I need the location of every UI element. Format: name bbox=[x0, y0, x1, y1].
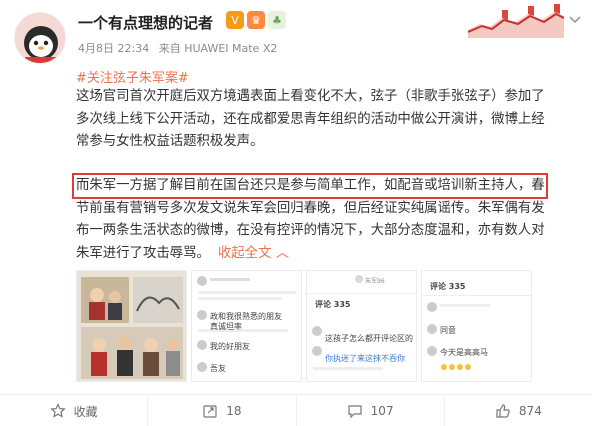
text-line: 节前虽有营销号多次发文说朱军会回归春晚，但后经证实纯属谣传。朱军偶有发 bbox=[76, 200, 545, 216]
thumb-username: 朱军96 bbox=[365, 278, 385, 285]
repost-count: 18 bbox=[226, 404, 242, 418]
verified-icon: V bbox=[226, 11, 244, 29]
post-header: 一个有点理想的记者 V ♛ ♣ 4月8日 22:34 来自 HUAWEI Mat… bbox=[0, 0, 592, 64]
plant-icon: ♣ bbox=[268, 11, 286, 29]
thumb-comment-count: 评论 335 bbox=[430, 282, 466, 291]
thumb-text: 这孩子怎么都开评论区的 bbox=[325, 334, 413, 343]
post-source: 来自 HUAWEI Mate X2 bbox=[158, 42, 278, 55]
comment-count: 107 bbox=[370, 404, 394, 418]
great-wall-banner-icon bbox=[467, 0, 565, 38]
post-date[interactable]: 4月8日 22:34 bbox=[78, 42, 149, 55]
thumb-text: 我的好朋友 bbox=[210, 342, 250, 351]
thumb-text: 真诚坦率 bbox=[210, 322, 242, 331]
star-icon bbox=[49, 403, 66, 418]
favorite-button[interactable]: 收藏 bbox=[0, 396, 147, 426]
image-grid: 政和我很熟悉的朋友 真诚坦率 我的好朋友 吾友 朱军96 评论 335 这孩子怎… bbox=[76, 270, 532, 382]
repost-icon bbox=[203, 405, 217, 418]
photo-thumbnail-1[interactable] bbox=[76, 270, 187, 382]
thumb-text: 吾友 bbox=[210, 364, 226, 373]
screenshot-thumbnail-2[interactable]: 政和我很熟悉的朋友 真诚坦率 我的好朋友 吾友 bbox=[191, 270, 302, 382]
text-line: 朱军进行了攻击辱骂。 收起全文 ︿ bbox=[76, 243, 545, 266]
comment-button[interactable]: 107 bbox=[295, 396, 444, 426]
crown-icon: ♛ bbox=[247, 11, 265, 29]
post-meta: 4月8日 22:34 来自 HUAWEI Mate X2 bbox=[78, 40, 277, 56]
screenshot-thumbnail-4[interactable]: 评论 335 同意 今天是高高马 bbox=[421, 270, 532, 382]
thumb-text: 同意 bbox=[440, 326, 456, 335]
post-paragraph-1: 这场官司首次开庭后双方境遇表面上看变化不大，弦子（非歌手张弦子）参加了 多次线上… bbox=[76, 86, 545, 154]
thumb-text: 今天是高高马 bbox=[440, 348, 488, 357]
text-line: 常参与女性权益话题积极发声。 bbox=[76, 134, 264, 149]
repost-button[interactable]: 18 bbox=[147, 396, 295, 426]
screenshot-thumbnail-3[interactable]: 朱军96 评论 335 这孩子怎么都开评论区的 你执迷了来这抹不吞你 bbox=[306, 270, 417, 382]
topic-hashtag[interactable]: #关注弦子朱军案# bbox=[76, 67, 189, 86]
action-bar: 收藏 18 107 874 bbox=[0, 396, 592, 426]
text-line: 这场官司首次开庭后双方境遇表面上看变化不大，弦子（非歌手张弦子）参加了 bbox=[76, 89, 545, 104]
thumb-comment-count: 评论 335 bbox=[315, 300, 351, 309]
collapse-text-link[interactable]: 收起全文 ︿ bbox=[218, 246, 289, 261]
favorite-label: 收藏 bbox=[73, 404, 98, 419]
text-line-end: 朱军进行了攻击辱骂。 bbox=[76, 245, 210, 261]
text-line: 多次线上线下公开活动，还在成都爱思青年组织的活动中做公开演讲，微博上经 bbox=[76, 111, 545, 127]
author-badges: V ♛ ♣ bbox=[226, 11, 286, 29]
comment-icon bbox=[348, 405, 362, 419]
thumbs-up-icon bbox=[496, 404, 510, 418]
text-line: 布一两条生活状态的微博，在没有控评的情况下，大部分态度温和，亦有数人对 bbox=[76, 223, 545, 238]
author-name[interactable]: 一个有点理想的记者 bbox=[78, 12, 213, 33]
highlight-annotation-box bbox=[72, 173, 548, 199]
action-bar-divider bbox=[0, 394, 592, 395]
thumb-text: 你执迷了来这抹不吞你 bbox=[325, 354, 405, 363]
like-count: 874 bbox=[518, 404, 542, 418]
like-button[interactable]: 874 bbox=[443, 396, 592, 426]
chevron-down-icon[interactable] bbox=[566, 10, 584, 28]
author-avatar[interactable] bbox=[14, 12, 66, 64]
